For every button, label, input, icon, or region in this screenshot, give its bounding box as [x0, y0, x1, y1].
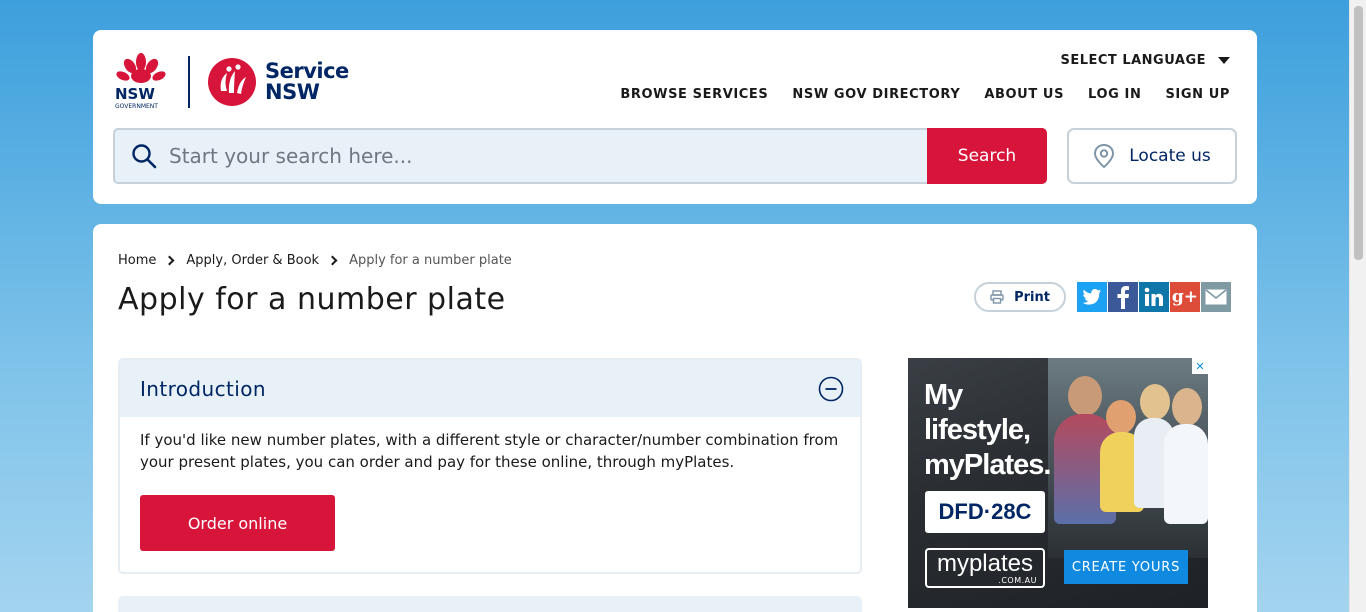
- nsw-logo-text: NSW: [115, 85, 155, 103]
- main-content: Home Apply, Order & Book Apply for a num…: [93, 224, 1257, 612]
- accordion-header[interactable]: Introduction: [120, 360, 860, 417]
- accordion-title: Introduction: [140, 376, 266, 401]
- person-head: [1068, 376, 1102, 416]
- woman-head: [1172, 388, 1202, 426]
- child2-head: [1140, 384, 1170, 420]
- collapse-minus-icon[interactable]: [818, 376, 844, 402]
- ad-number-plate: DFD·28C: [925, 491, 1045, 533]
- search-icon: [132, 144, 157, 169]
- share-bar: g+: [1077, 282, 1231, 312]
- nsw-government-logo[interactable]: NSW GOVERNMENT: [113, 52, 169, 110]
- email-icon[interactable]: [1201, 282, 1231, 312]
- locate-us-button[interactable]: Locate us: [1067, 128, 1237, 184]
- top-nav: BROWSE SERVICES NSW GOV DIRECTORY ABOUT …: [620, 87, 1230, 102]
- ad-headline-line-1: My: [924, 379, 963, 411]
- nav-browse-services[interactable]: BROWSE SERVICES: [620, 87, 768, 102]
- breadcrumb-home[interactable]: Home: [118, 253, 156, 268]
- woman-body: [1164, 424, 1208, 524]
- order-online-button[interactable]: Order online: [140, 495, 335, 551]
- ad-headline-line-3: myPlates.: [924, 449, 1051, 481]
- printer-icon: [990, 290, 1004, 304]
- chevron-right-icon: [164, 255, 175, 266]
- create-yours-button[interactable]: CREATE YOURS: [1064, 550, 1188, 584]
- language-select-label: SELECT LANGUAGE: [1060, 53, 1206, 68]
- nav-nsw-gov-directory[interactable]: NSW GOV DIRECTORY: [792, 87, 960, 102]
- scrollbar[interactable]: [1349, 0, 1366, 612]
- ad-photo: [1048, 358, 1208, 558]
- search-input-wrap: [115, 130, 927, 182]
- nsw-word: NSW: [265, 80, 320, 104]
- location-pin-icon: [1094, 143, 1115, 169]
- print-label: Print: [1014, 289, 1050, 305]
- search-input[interactable]: [169, 144, 869, 168]
- scrollbar-thumb[interactable]: [1354, 6, 1363, 260]
- ad-close-icon[interactable]: ✕: [1192, 358, 1208, 374]
- service-nsw-logo[interactable]: Service NSW: [207, 56, 353, 110]
- language-select[interactable]: SELECT LANGUAGE: [1060, 53, 1230, 68]
- breadcrumb-apply-order-book[interactable]: Apply, Order & Book: [186, 253, 319, 268]
- nav-about-us[interactable]: ABOUT US: [984, 87, 1064, 102]
- print-button[interactable]: Print: [974, 282, 1066, 312]
- facebook-icon[interactable]: [1108, 282, 1138, 312]
- googleplus-icon[interactable]: g+: [1170, 282, 1200, 312]
- waratah-icon: [208, 58, 256, 106]
- chevron-right-icon: [327, 255, 338, 266]
- locate-us-label: Locate us: [1129, 146, 1211, 166]
- page-title: Apply for a number plate: [118, 282, 506, 317]
- myplates-advertisement[interactable]: My lifestyle, myPlates. DFD·28C myplates…: [908, 358, 1208, 608]
- myplates-logo-main: myplates: [936, 549, 1034, 577]
- service-word: Service: [265, 59, 349, 83]
- ad-headline-line-2: lifestyle,: [924, 414, 1031, 446]
- accordion-text: If you'd like new number plates, with a …: [140, 431, 839, 471]
- linkedin-icon[interactable]: [1139, 282, 1169, 312]
- site-header: NSW GOVERNMENT Service NSW SELECT LANGUA…: [93, 30, 1257, 204]
- myplates-logo: myplates .COM.AU: [925, 548, 1045, 588]
- accordion-introduction: Introduction If you'd like new number pl…: [118, 358, 862, 574]
- accordion-body: If you'd like new number plates, with a …: [120, 417, 860, 563]
- ad-headline: My lifestyle, myPlates.: [924, 378, 1051, 483]
- twitter-icon[interactable]: [1077, 282, 1107, 312]
- child-head: [1106, 400, 1136, 434]
- myplates-logo-sub: .COM.AU: [998, 575, 1037, 585]
- accordion-next[interactable]: [118, 596, 862, 612]
- breadcrumb: Home Apply, Order & Book Apply for a num…: [118, 253, 512, 268]
- nav-log-in[interactable]: LOG IN: [1088, 87, 1141, 102]
- logo-divider: [188, 56, 190, 108]
- nav-sign-up[interactable]: SIGN UP: [1165, 87, 1230, 102]
- breadcrumb-current: Apply for a number plate: [349, 253, 512, 268]
- search-button[interactable]: Search: [927, 128, 1047, 184]
- chevron-down-icon: [1218, 57, 1230, 64]
- search-bar: Search: [113, 128, 1047, 184]
- government-logo-text: GOVERNMENT: [115, 103, 158, 110]
